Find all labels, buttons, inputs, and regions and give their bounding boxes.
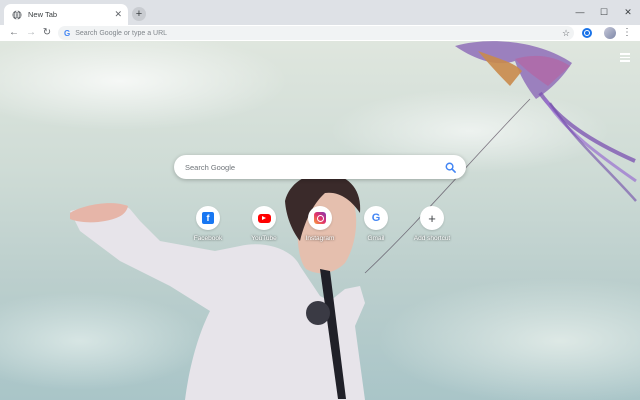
- maximize-button[interactable]: ☐: [592, 4, 616, 20]
- shortcut-tile[interactable]: f: [196, 206, 220, 230]
- shortcut-facebook[interactable]: f Facebook: [184, 206, 232, 250]
- close-window-button[interactable]: ✕: [616, 4, 640, 20]
- shortcut-tile[interactable]: +: [420, 206, 444, 230]
- shortcut-tile[interactable]: [308, 206, 332, 230]
- search-box[interactable]: [174, 155, 466, 179]
- reload-button[interactable]: ↻: [40, 25, 54, 41]
- shortcuts-grid: f Facebook YouTube Instagram G Gmail + A…: [184, 206, 456, 250]
- shortcut-label: Facebook: [193, 235, 223, 242]
- profile-avatar[interactable]: [604, 27, 616, 39]
- customize-menu-icon[interactable]: [620, 53, 630, 64]
- shortcut-gmail[interactable]: G Gmail: [352, 206, 400, 250]
- extension-icon[interactable]: [582, 28, 592, 38]
- new-tab-button[interactable]: +: [132, 7, 146, 21]
- google-icon: G: [64, 28, 71, 38]
- chrome-menu-icon[interactable]: ⋮: [622, 25, 632, 41]
- plus-icon: +: [428, 210, 436, 226]
- tab-strip: New Tab ✕ + — ☐ ✕: [0, 0, 640, 25]
- back-button[interactable]: ←: [7, 25, 21, 41]
- shortcut-label: YouTube: [251, 235, 277, 242]
- shortcut-label: Add shortcut: [413, 235, 451, 242]
- new-tab-page: f Facebook YouTube Instagram G Gmail +: [0, 41, 640, 400]
- youtube-icon: [257, 213, 271, 223]
- shortcut-instagram[interactable]: Instagram: [296, 206, 344, 250]
- facebook-icon: f: [202, 212, 214, 224]
- shortcut-label: Gmail: [367, 235, 385, 242]
- tab-new-tab[interactable]: New Tab ✕: [4, 4, 128, 25]
- tab-title: New Tab: [28, 10, 58, 19]
- bookmark-star-icon[interactable]: ☆: [562, 26, 570, 40]
- forward-button[interactable]: →: [24, 25, 38, 41]
- globe-icon: [12, 9, 22, 20]
- google-icon: G: [371, 211, 381, 224]
- shortcut-tile[interactable]: G: [364, 206, 388, 230]
- shortcut-add[interactable]: + Add shortcut: [408, 206, 456, 250]
- shortcut-tile[interactable]: [252, 206, 276, 230]
- instagram-icon: [314, 212, 326, 224]
- omnibox-placeholder[interactable]: Search Google or type a URL: [75, 30, 167, 37]
- minimize-button[interactable]: —: [568, 4, 592, 20]
- omnibox[interactable]: G Search Google or type a URL: [58, 26, 574, 40]
- search-input[interactable]: [185, 162, 445, 172]
- browser-toolbar: ← → ↻ G Search Google or type a URL ☆ ⋮: [0, 25, 640, 41]
- shortcut-label: Instagram: [305, 235, 335, 242]
- search-icon[interactable]: [445, 162, 456, 173]
- tab-close-icon[interactable]: ✕: [114, 10, 122, 19]
- shortcut-youtube[interactable]: YouTube: [240, 206, 288, 250]
